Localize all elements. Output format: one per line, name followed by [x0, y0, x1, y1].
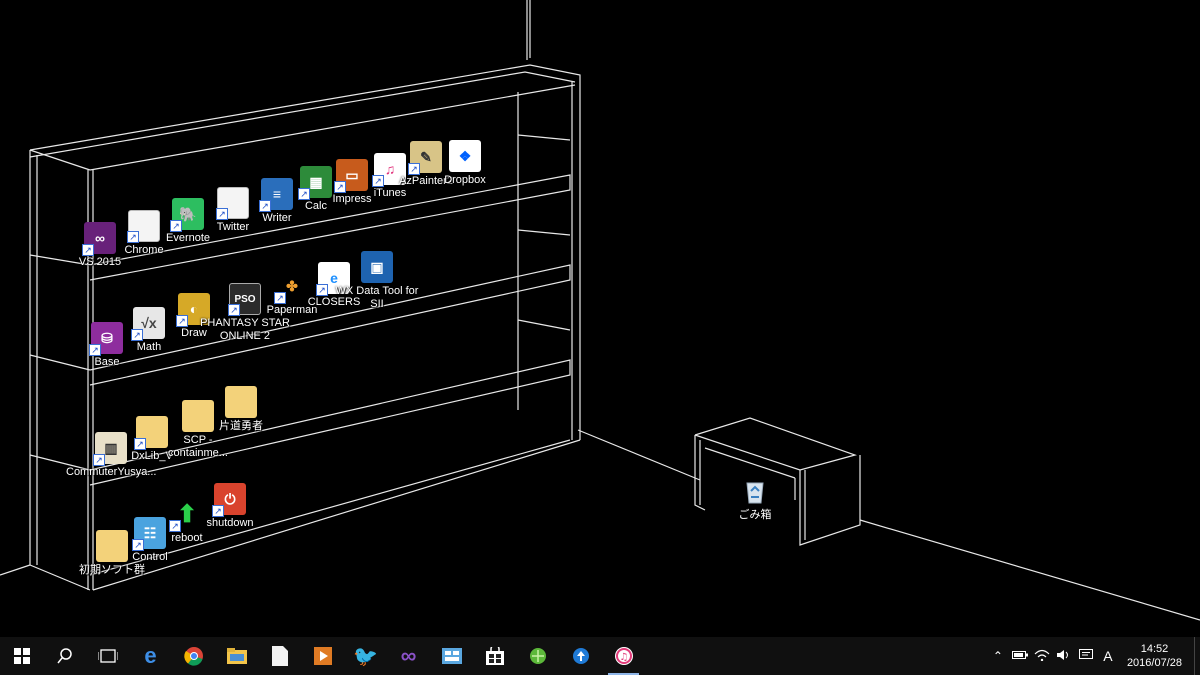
- desktop-icon-dropbox[interactable]: ❖ Dropbox: [429, 140, 501, 187]
- ime-indicator[interactable]: A: [1099, 648, 1117, 664]
- media-player-icon: [313, 647, 332, 665]
- taskbar-store[interactable]: [473, 637, 516, 675]
- svg-text:♫: ♫: [619, 652, 628, 663]
- icon-label: SCP - containme...: [168, 434, 228, 459]
- desktop-icon-recycle-bin[interactable]: ごみ箱: [719, 475, 791, 522]
- recycle-bin-icon: [739, 475, 771, 507]
- task-view-icon: [97, 649, 118, 663]
- icon-label: Chrome: [124, 244, 164, 256]
- show-desktop-button[interactable]: [1194, 637, 1200, 675]
- clock-time: 14:52: [1140, 643, 1169, 655]
- icon-label: Dropbox: [444, 174, 486, 186]
- folder-icon: [225, 386, 257, 418]
- icon-label: reboot: [171, 532, 203, 544]
- icon-label: CommuterYusya...: [66, 466, 157, 478]
- search-button[interactable]: [43, 637, 86, 675]
- taskbar-game[interactable]: [516, 637, 559, 675]
- itunes-icon: ♫: [614, 647, 633, 665]
- taskbar-upload[interactable]: [559, 637, 602, 675]
- chevron-up-icon[interactable]: ⌃: [989, 649, 1007, 663]
- notification-icon[interactable]: [1077, 648, 1095, 664]
- icon-label: Control: [132, 551, 168, 563]
- icon-label: 初期ソフト群: [79, 564, 145, 576]
- desktop-icon-katamichi[interactable]: 片道勇者: [205, 386, 277, 433]
- icon-label: PHANTASY STAR ONLINE 2: [200, 317, 290, 342]
- chrome-icon: [183, 647, 203, 666]
- start-button[interactable]: [0, 637, 43, 675]
- green-orb-icon: [529, 648, 546, 664]
- icon-label: 片道勇者: [219, 420, 263, 432]
- power-icon: ⏻ ↗: [212, 483, 246, 517]
- battery-icon[interactable]: [1011, 649, 1029, 663]
- taskbar-twitter[interactable]: 🐦: [344, 637, 387, 675]
- icon-label: WX Data Tool for SII: [335, 285, 419, 310]
- task-view-button[interactable]: [86, 637, 129, 675]
- document-icon: [271, 646, 288, 666]
- desktop: ∞ ↗ VS 2015 ↗ Chrome 🐘 ↗ Evernote ↗ Twitte…: [0, 0, 1200, 637]
- upload-icon: [572, 648, 589, 664]
- control-panel-icon: [441, 648, 462, 664]
- taskbar-visual-studio[interactable]: ∞: [387, 637, 430, 675]
- icon-label: ごみ箱: [738, 509, 772, 521]
- system-tray: ⌃ A 14:52 2016/07/28: [987, 637, 1200, 675]
- store-icon: [485, 647, 504, 665]
- taskbar-chrome[interactable]: [172, 637, 215, 675]
- clock[interactable]: 14:52 2016/07/28: [1127, 642, 1182, 670]
- volume-icon[interactable]: [1055, 649, 1073, 664]
- icon-label: shutdown: [206, 517, 254, 529]
- wifi-icon[interactable]: [1033, 649, 1051, 664]
- icon-label: Base: [94, 356, 120, 368]
- taskbar: e 🐦 ∞ ♫ ⌃ A 14:52 2016/07/28: [0, 637, 1200, 675]
- desktop-icon-wx-data-tool[interactable]: ▣ WX Data Tool for SII: [332, 251, 422, 311]
- windows-start-icon: [13, 648, 30, 664]
- icon-label: iTunes: [373, 187, 407, 199]
- icon-label: VS 2015: [78, 256, 122, 268]
- desktop-icon-shutdown[interactable]: ⏻ ↗ shutdown: [194, 483, 266, 530]
- folder-icon: [226, 648, 247, 664]
- visual-studio-icon: ∞: [400, 643, 417, 668]
- taskbar-edge[interactable]: e: [129, 637, 172, 675]
- search-icon: [56, 648, 72, 664]
- icon-label: Math: [136, 341, 162, 353]
- wx-data-tool-icon: ▣: [361, 251, 393, 283]
- edge-icon: e: [144, 643, 157, 668]
- clock-date: 2016/07/28: [1126, 657, 1182, 669]
- taskbar-document[interactable]: [258, 637, 301, 675]
- taskbar-control-panel[interactable]: [430, 637, 473, 675]
- taskbar-media-player[interactable]: [301, 637, 344, 675]
- dropbox-icon: ❖: [449, 140, 481, 172]
- taskbar-file-explorer[interactable]: [215, 637, 258, 675]
- icon-label: Writer: [262, 212, 292, 224]
- twitter-icon: 🐦: [353, 645, 378, 668]
- taskbar-itunes[interactable]: ♫: [602, 637, 645, 675]
